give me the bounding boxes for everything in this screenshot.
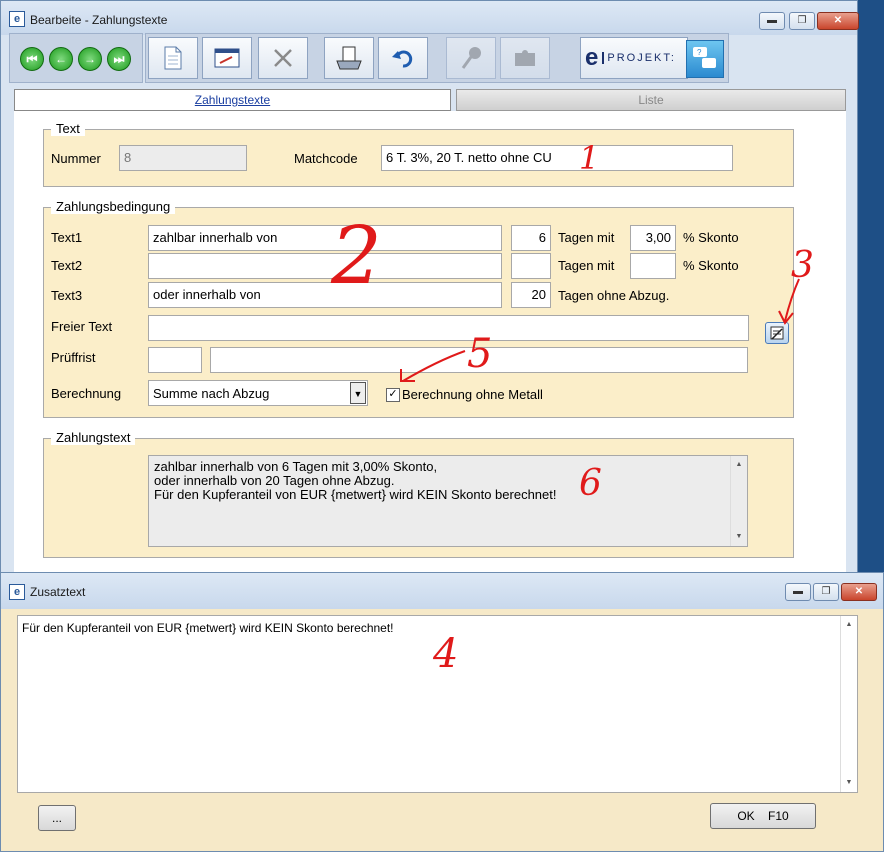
- text1-days-label: Tagen mit: [558, 230, 615, 245]
- text3-label: Text3: [51, 288, 83, 303]
- text2-label: Text2: [51, 258, 83, 273]
- text1-label: Text1: [51, 230, 83, 245]
- edit-window-icon: [214, 48, 240, 68]
- eprojekt-logo: e PROJEKT:: [580, 37, 688, 79]
- title-bar: e Bearbeite - Zahlungstexte ▬ ❐ ✕: [1, 1, 859, 35]
- nummer-label: Nummer: [51, 151, 101, 166]
- berechnung-ohne-metall-label: Berechnung ohne Metall: [402, 387, 543, 402]
- text-group-legend: Text: [51, 121, 85, 136]
- text3-days-label: Tagen ohne Abzug.: [558, 288, 670, 303]
- zahlungstext-line-1: zahlbar innerhalb von 6 Tagen mit 3,00% …: [154, 459, 438, 474]
- save-button[interactable]: [324, 37, 374, 79]
- svg-text:?: ?: [697, 48, 702, 57]
- annotation-arrow-3: [778, 278, 800, 325]
- annotation-arrow-5: [400, 350, 466, 382]
- text1-field[interactable]: zahlbar innerhalb von: [148, 225, 502, 251]
- text2-percent-label: % Skonto: [683, 258, 739, 273]
- zusatz-app-icon: e: [9, 584, 25, 600]
- zusatz-scroll-up-icon[interactable]: ▲: [841, 618, 857, 632]
- last-record-icon[interactable]: ⏭: [107, 47, 131, 71]
- zahlungstext-scrollbar[interactable]: ▲ ▼: [730, 456, 747, 546]
- key-button[interactable]: [446, 37, 496, 79]
- logo-text: PROJEKT:: [602, 52, 676, 64]
- export-button[interactable]: [500, 37, 550, 79]
- new-document-icon: [164, 46, 182, 70]
- text2-days-label: Tagen mit: [558, 258, 615, 273]
- text1-percent-field[interactable]: 3,00: [630, 225, 676, 251]
- annotation-2: 2: [331, 209, 382, 302]
- maximize-button[interactable]: ❐: [789, 12, 815, 30]
- main-window: e Bearbeite - Zahlungstexte ▬ ❐ ✕ ⏮ ← → …: [0, 0, 859, 580]
- ok-button[interactable]: OK F10: [710, 803, 816, 829]
- first-record-icon[interactable]: ⏮: [20, 47, 44, 71]
- text2-field[interactable]: [148, 253, 502, 279]
- zahlungstext-area[interactable]: zahlbar innerhalb von 6 Tagen mit 3,00% …: [148, 455, 748, 547]
- prueffrist-label: Prüffrist: [51, 350, 96, 365]
- undo-icon: [392, 50, 413, 68]
- annotation-5: 5: [467, 331, 493, 377]
- zusatz-scroll-down-icon[interactable]: ▼: [841, 776, 857, 790]
- berechnung-value: Summe nach Abzug: [153, 386, 270, 401]
- help-chat-icon: ?: [693, 47, 716, 68]
- zusatz-maximize-button[interactable]: ❐: [813, 583, 839, 601]
- logo-letter: e: [585, 44, 599, 71]
- text1-percent-label: % Skonto: [683, 230, 739, 245]
- dropdown-arrow-icon[interactable]: ▼: [350, 382, 366, 404]
- zahlungstext-legend: Zahlungstext: [51, 430, 136, 445]
- puzzle-icon: [515, 50, 535, 66]
- more-button[interactable]: ...: [38, 805, 76, 831]
- freier-text-label: Freier Text: [51, 319, 113, 334]
- zusatz-scrollbar[interactable]: ▲ ▼: [840, 616, 857, 792]
- new-document-button[interactable]: [148, 37, 198, 79]
- app-icon: e: [9, 11, 25, 27]
- matchcode-label: Matchcode: [294, 151, 358, 166]
- delete-icon: [274, 49, 292, 67]
- undo-button[interactable]: [378, 37, 428, 79]
- zusatztext-window: e Zusatztext ▬ ❐ ✕ Für den Kupferanteil …: [0, 572, 884, 852]
- berechnung-select[interactable]: Summe nach Abzug ▼: [148, 380, 368, 406]
- prueffrist-field[interactable]: [148, 347, 202, 373]
- help-button[interactable]: ?: [686, 40, 724, 78]
- next-record-icon[interactable]: →: [78, 47, 102, 71]
- annotation-6: 6: [579, 463, 602, 504]
- text3-days-field[interactable]: 20: [511, 282, 551, 308]
- delete-button[interactable]: [258, 37, 308, 79]
- zusatz-text: Für den Kupferanteil von EUR {metwert} w…: [22, 621, 394, 635]
- annotation-1: 1: [579, 139, 600, 177]
- navigation-toolbar: ⏮ ← → ⏭: [9, 33, 143, 83]
- zusatz-minimize-button[interactable]: ▬: [785, 583, 811, 601]
- text-group: Text Nummer 8 Matchcode 6 T. 3%, 20 T. n…: [43, 121, 794, 187]
- scroll-down-icon[interactable]: ▼: [731, 530, 747, 544]
- text1-days-field[interactable]: 6: [511, 225, 551, 251]
- nummer-field[interactable]: 8: [119, 145, 247, 171]
- zusatz-window-title: Zusatztext: [30, 585, 86, 599]
- berechnung-label: Berechnung: [51, 386, 122, 401]
- zahlungstext-group: Zahlungstext zahlbar innerhalb von 6 Tag…: [43, 430, 794, 558]
- zahlungstext-line-2: oder innerhalb von 20 Tagen ohne Abzug.: [154, 473, 395, 488]
- close-button[interactable]: ✕: [817, 12, 859, 30]
- zusatz-close-button[interactable]: ✕: [841, 583, 877, 601]
- tab-zahlungstexte[interactable]: Zahlungstexte: [14, 89, 451, 111]
- text2-days-field[interactable]: [511, 253, 551, 279]
- text2-percent-field[interactable]: [630, 253, 676, 279]
- berechnung-ohne-metall-checkbox[interactable]: ✓: [386, 388, 400, 402]
- zahlungstext-line-3: Für den Kupferanteil von EUR {metwert} w…: [154, 487, 557, 502]
- edit-button[interactable]: [202, 37, 252, 79]
- key-icon: [461, 47, 481, 69]
- previous-record-icon[interactable]: ←: [49, 47, 73, 71]
- payment-condition-legend: Zahlungsbedingung: [51, 199, 176, 214]
- annotation-4: 4: [433, 631, 459, 677]
- matchcode-field[interactable]: 6 T. 3%, 20 T. netto ohne CU: [381, 145, 733, 171]
- text3-field[interactable]: oder innerhalb von: [148, 282, 502, 308]
- window-title: Bearbeite - Zahlungstexte: [30, 13, 168, 27]
- tab-liste[interactable]: Liste: [456, 89, 846, 111]
- scroll-up-icon[interactable]: ▲: [731, 458, 747, 472]
- save-disk-icon: [336, 46, 362, 70]
- minimize-button[interactable]: ▬: [759, 12, 785, 30]
- freier-text-field[interactable]: [148, 315, 749, 341]
- action-toolbar: e PROJEKT: ?: [145, 33, 729, 83]
- zusatz-title-bar: e Zusatztext ▬ ❐ ✕: [1, 573, 883, 609]
